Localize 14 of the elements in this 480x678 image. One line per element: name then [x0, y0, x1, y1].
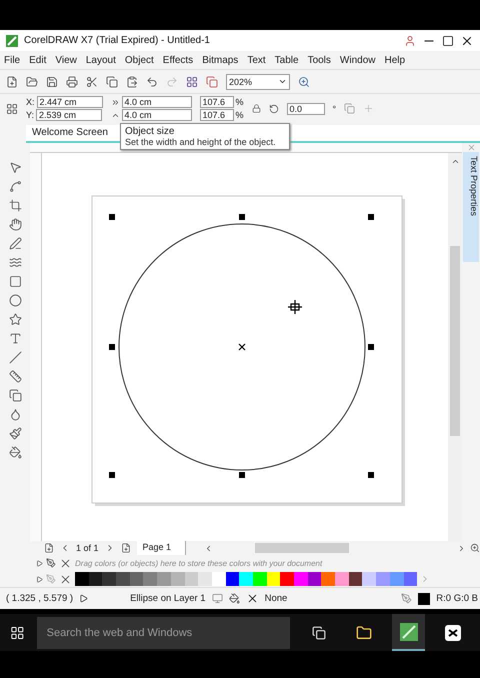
- outline-status: R:0 G:0 B: [436, 593, 478, 604]
- degree-label: °: [332, 104, 336, 114]
- y-label: Y:: [26, 110, 34, 120]
- window-title: CorelDRAW X7 (Trial Expired) - Untitled-1: [24, 35, 211, 46]
- object-info: Ellipse on Layer 1: [130, 593, 206, 604]
- document-palette-hint: Drag colors (or objects) here to store these colors with your document: [75, 558, 324, 568]
- page-count: 1 of 1: [76, 543, 99, 553]
- cursor-coordinates: ( 1.325 , 5.579 ): [6, 593, 74, 604]
- x-label: X:: [26, 97, 35, 107]
- percent-label: %: [236, 110, 244, 120]
- percent-label: %: [236, 97, 244, 107]
- fill-status: None: [264, 593, 288, 604]
- tooltip-title: Object size: [125, 126, 176, 137]
- tooltip-text: Set the width and height of the object.: [125, 137, 277, 147]
